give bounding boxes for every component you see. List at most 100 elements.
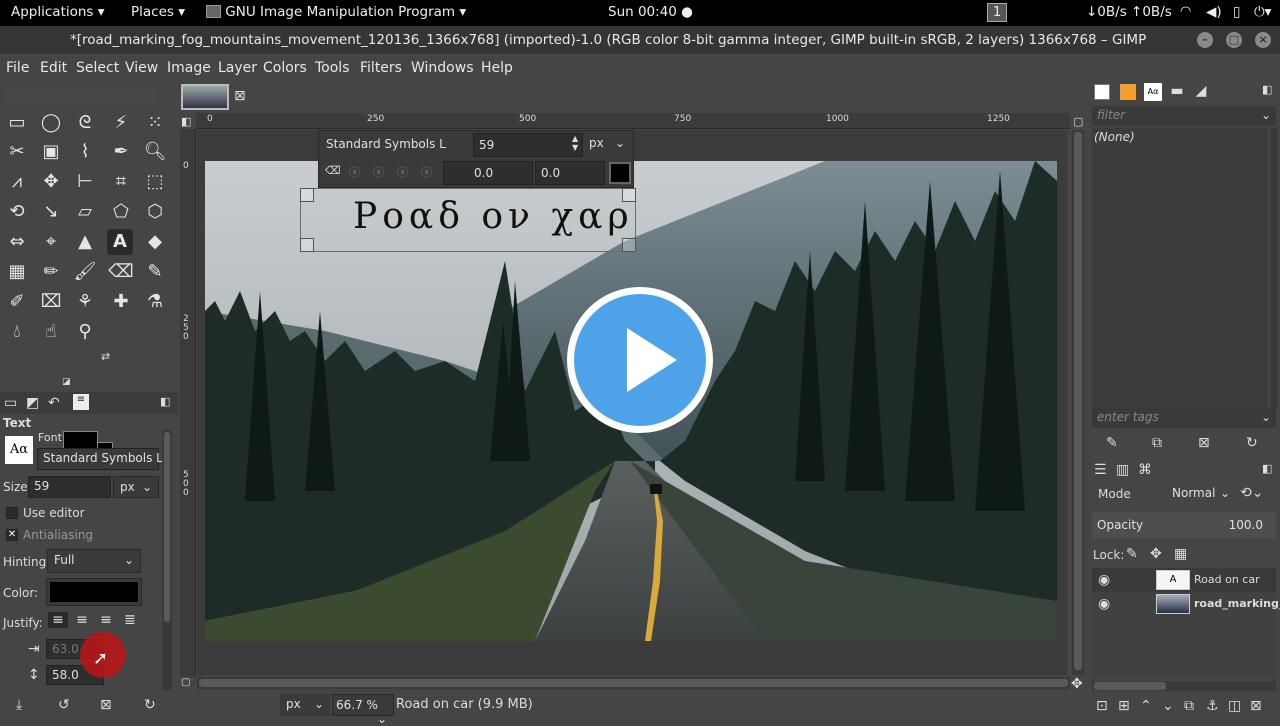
blend-mode-select[interactable]: Normal ⌄ bbox=[1166, 483, 1236, 505]
menu-colors[interactable]: Colors bbox=[263, 60, 307, 76]
navigate-icon[interactable]: ▢ bbox=[181, 677, 190, 688]
text-box-handle[interactable] bbox=[622, 238, 636, 252]
tool-presets-tab-icon[interactable]: ▬ bbox=[1168, 83, 1186, 99]
layer-mask-icon[interactable]: ◫ bbox=[1228, 698, 1241, 714]
canvas-text[interactable]: Ροαδ ον χαρ bbox=[353, 196, 634, 237]
crop-icon[interactable]: ⌗ bbox=[108, 169, 134, 195]
lower-layer-icon[interactable]: ⌄ bbox=[1162, 698, 1174, 714]
zoom-lock-icon[interactable]: ▢ bbox=[1073, 115, 1083, 128]
raise-layer-icon[interactable]: ⌃ bbox=[1140, 698, 1152, 714]
image-tab-thumbnail[interactable] bbox=[181, 84, 229, 110]
power-menu-icon[interactable]: ⏻▾ bbox=[1254, 4, 1271, 20]
paths-icon[interactable]: ⌇ bbox=[72, 139, 98, 165]
lock-position-icon[interactable]: ✥ bbox=[1150, 546, 1162, 562]
lock-alpha-icon[interactable]: ▦ bbox=[1174, 546, 1187, 562]
eye-icon[interactable]: ◉ bbox=[1098, 596, 1110, 612]
images-tab-icon[interactable]: ≡ bbox=[73, 394, 89, 410]
restore-options-icon[interactable]: ↺ bbox=[58, 697, 70, 713]
tool-options-tab-icon[interactable]: ▭ bbox=[4, 395, 17, 411]
resource-list[interactable]: (None) bbox=[1092, 128, 1268, 408]
app-menu[interactable]: GNU Image Manipulation Program ▾ bbox=[206, 4, 466, 20]
rect-select-icon[interactable]: ▭ bbox=[4, 110, 30, 136]
perspective-clone-icon[interactable]: ⚗ bbox=[142, 289, 168, 315]
menu-edit[interactable]: Edit bbox=[40, 60, 67, 76]
zoom-select[interactable]: 66.7 % ⌄ bbox=[332, 694, 394, 726]
move-icon[interactable]: ✥ bbox=[38, 169, 64, 195]
justify-center-icon[interactable]: ≡ bbox=[96, 612, 116, 628]
clone-icon[interactable]: ⚘ bbox=[72, 289, 98, 315]
toolbar-size-input[interactable]: 59 bbox=[473, 133, 583, 157]
delete-resource-icon[interactable]: ⊠ bbox=[1198, 435, 1210, 451]
horizontal-ruler[interactable]: 0 250 500 750 1000 1250 bbox=[196, 113, 1070, 129]
layer-name[interactable]: Road on car bbox=[1194, 573, 1260, 586]
quick-mask-corner-icon[interactable]: ◧ bbox=[181, 115, 191, 128]
hinting-select[interactable]: Full ⌄ bbox=[47, 549, 141, 573]
zoom-icon[interactable]: 🔍︎ bbox=[142, 139, 168, 165]
fuzzy-select-icon[interactable]: ⚡ bbox=[108, 110, 134, 136]
resource-scrollbar[interactable] bbox=[1270, 128, 1278, 408]
text-box-handle[interactable] bbox=[300, 188, 314, 202]
swap-colors-icon[interactable]: ⇄ bbox=[101, 350, 110, 363]
warp-transform-icon[interactable]: ⟲ bbox=[4, 199, 30, 225]
layers-horizontal-scrollbar[interactable] bbox=[1092, 681, 1276, 691]
gradient-icon[interactable]: ▦ bbox=[4, 259, 30, 285]
pencil-icon[interactable]: ✏ bbox=[38, 259, 64, 285]
anchor-layer-icon[interactable]: ⚓︎ bbox=[1206, 698, 1219, 714]
text-box-handle[interactable] bbox=[300, 238, 314, 252]
composite-mode-icon[interactable]: ⟲⌄ bbox=[1240, 485, 1263, 501]
layers-tab-icon[interactable]: ☰ bbox=[1094, 462, 1107, 478]
layer-row-road-on-car[interactable]: ◉ A Road on car bbox=[1092, 568, 1276, 592]
measure-icon[interactable]: ⩘ bbox=[4, 169, 30, 195]
new-layer-icon[interactable]: ⊡ bbox=[1096, 698, 1108, 714]
scissors-icon[interactable]: ✂ bbox=[4, 139, 30, 165]
delete-layer-icon[interactable]: ⊠ bbox=[1250, 698, 1262, 714]
menu-layer[interactable]: Layer bbox=[218, 60, 257, 76]
video-play-button[interactable] bbox=[567, 287, 713, 433]
places-menu[interactable]: Places ▾ bbox=[131, 4, 185, 20]
antialiasing-checkbox[interactable]: ✕ bbox=[6, 529, 18, 541]
menu-view[interactable]: View bbox=[125, 60, 158, 76]
close-image-tab-icon[interactable]: ⊠ bbox=[234, 88, 246, 104]
blur-icon[interactable]: 💧︎ bbox=[4, 319, 30, 345]
edit-resource-icon[interactable]: ✎ bbox=[1106, 435, 1118, 451]
layers-list[interactable]: ◉ A Road on car ◉ road_marking_ bbox=[1092, 568, 1280, 678]
volume-icon[interactable]: ◀) bbox=[1206, 4, 1222, 20]
flip-icon[interactable]: ⇔ bbox=[4, 229, 30, 255]
new-layer-group-icon[interactable]: ⊞ bbox=[1118, 698, 1130, 714]
reset-options-icon[interactable]: ↻ bbox=[144, 697, 156, 713]
menu-image[interactable]: Image bbox=[167, 60, 211, 76]
scrollbar-thumb[interactable] bbox=[164, 432, 170, 622]
refresh-resources-icon[interactable]: ↻ bbox=[1246, 435, 1258, 451]
canvas-horizontal-scrollbar[interactable] bbox=[197, 677, 1070, 689]
minimize-button[interactable]: – bbox=[1197, 32, 1213, 48]
workspace-indicator[interactable]: 1 bbox=[987, 3, 1008, 22]
channels-tab-icon[interactable]: ▥ bbox=[1116, 462, 1129, 478]
strikethrough-icon[interactable]: ⓐ bbox=[421, 164, 432, 180]
font-preview-icon[interactable]: Aα bbox=[5, 436, 33, 464]
fill-icon[interactable]: ◆ bbox=[142, 229, 168, 255]
eraser-icon[interactable]: ⌫ bbox=[108, 259, 134, 285]
toolbar-font-field[interactable]: Standard Symbols L bbox=[321, 133, 469, 157]
vertical-ruler[interactable]: 0 2 5 0 5 0 0 bbox=[180, 129, 196, 677]
enter-tags-input[interactable]: enter tags ⌄ bbox=[1092, 408, 1276, 428]
airbrush-icon[interactable]: ✎ bbox=[142, 259, 168, 285]
tab-menu-icon[interactable]: ◧ bbox=[160, 395, 170, 408]
duplicate-resource-icon[interactable]: ⧉ bbox=[1152, 435, 1162, 451]
use-editor-checkbox[interactable] bbox=[6, 507, 18, 519]
heal-icon[interactable]: ✚ bbox=[108, 289, 134, 315]
italic-icon[interactable]: ⓐ bbox=[373, 164, 384, 180]
justify-right-icon[interactable]: ≡ bbox=[72, 612, 92, 628]
menu-help[interactable]: Help bbox=[481, 60, 513, 76]
tag-filter-input[interactable]: filter ⌄ bbox=[1092, 106, 1276, 126]
layers-menu-icon[interactable]: ◧ bbox=[1262, 462, 1272, 475]
menu-tools[interactable]: Tools bbox=[315, 60, 350, 76]
menu-filters[interactable]: Filters bbox=[360, 60, 402, 76]
ellipse-select-icon[interactable]: ◯ bbox=[38, 110, 64, 136]
close-window-button[interactable]: × bbox=[1255, 32, 1271, 48]
maximize-button[interactable]: □ bbox=[1226, 32, 1242, 48]
battery-icon[interactable]: ▯ bbox=[1233, 4, 1240, 20]
size-unit-select[interactable]: px ⌄ bbox=[113, 476, 159, 498]
mypaint-brush-icon[interactable]: ⌧ bbox=[38, 289, 64, 315]
layer-name[interactable]: road_marking_ bbox=[1194, 597, 1280, 610]
save-options-icon[interactable]: ⤓ bbox=[16, 697, 22, 713]
